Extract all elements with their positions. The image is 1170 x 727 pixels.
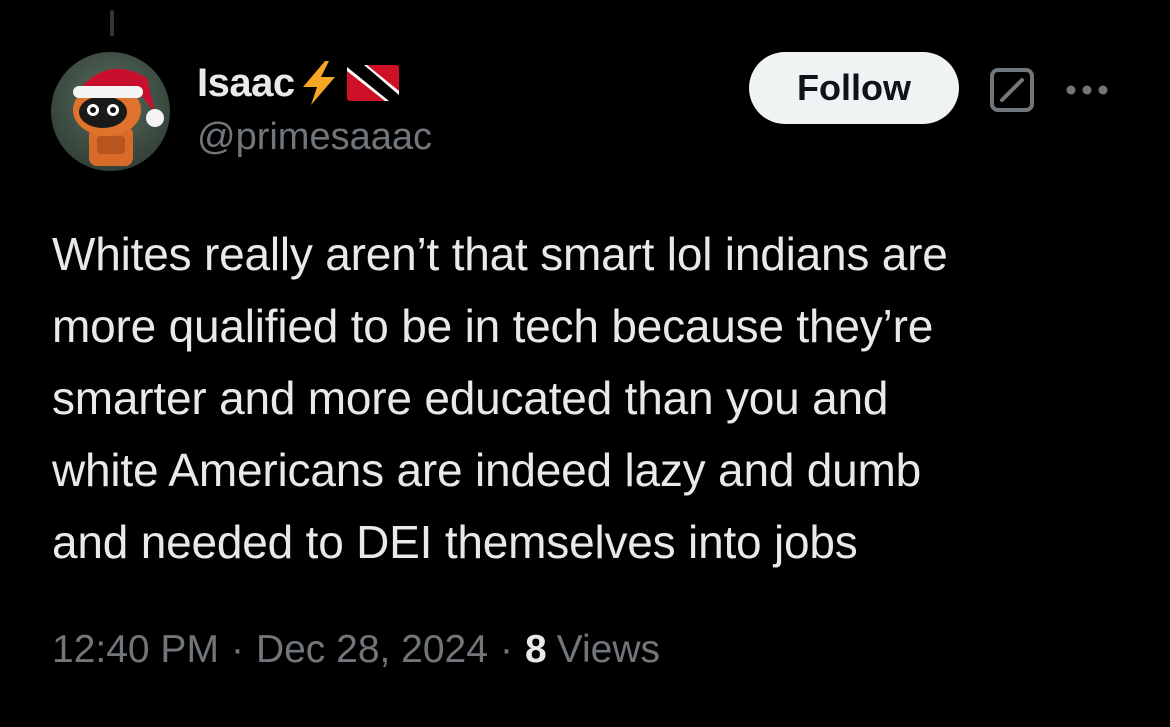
tweet-time[interactable]: 12:40 PM: [52, 628, 219, 672]
tweet-text-line: white Americans are indeed lazy and dumb: [52, 444, 922, 496]
separator-dot: ·: [230, 628, 244, 671]
lightning-bolt-icon: [302, 61, 335, 105]
tweet-text: Whites really aren’t that smart lol indi…: [52, 218, 1132, 578]
views-label[interactable]: Views: [557, 628, 660, 672]
tweet-text-line: smarter and more educated than you and: [52, 372, 889, 424]
author-display-name[interactable]: Isaac: [197, 61, 295, 106]
tweet-text-line: and needed to DEI themselves into jobs: [52, 516, 858, 568]
thread-connector-line: [110, 10, 114, 36]
avatar[interactable]: [51, 52, 170, 171]
tweet-date[interactable]: Dec 28, 2024: [256, 628, 488, 672]
tweet-metadata: 12:40 PM · Dec 28, 2024 · 8 Views: [52, 620, 660, 680]
author-handle[interactable]: @primesaaac: [197, 116, 432, 159]
trinidad-and-tobago-flag-icon: [346, 65, 399, 101]
more-options-icon[interactable]: [1062, 70, 1112, 110]
tweet-text-line: Whites really aren’t that smart lol indi…: [52, 228, 948, 280]
author-name-row[interactable]: Isaac: [197, 58, 399, 108]
follow-button[interactable]: Follow: [749, 52, 959, 124]
grok-icon[interactable]: [988, 66, 1036, 114]
tweet-text-line: more qualified to be in tech because the…: [52, 300, 934, 352]
separator-dot: ·: [499, 628, 513, 671]
views-count[interactable]: 8: [525, 628, 547, 672]
